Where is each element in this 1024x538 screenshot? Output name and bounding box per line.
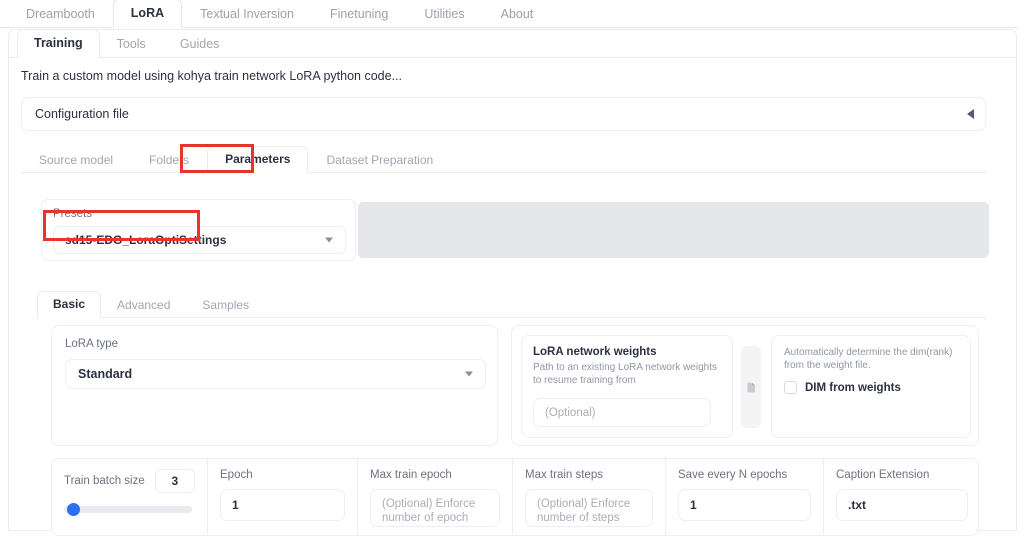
network-weights-title: LoRA network weights — [533, 346, 657, 358]
highlight-box-presets-dropdown — [43, 210, 200, 241]
train-batch-size-value[interactable]: 3 — [154, 469, 195, 493]
tab-tools[interactable]: Tools — [100, 30, 163, 58]
lora-panel: Training Tools Guides Train a custom mod… — [8, 29, 1017, 536]
basic-parameters-row: Train batch size 3 Epoch 1 Max train epo… — [51, 458, 979, 536]
lora-sub-tab-bar: Training Tools Guides — [9, 29, 1016, 58]
tab-source-model[interactable]: Source model — [21, 147, 131, 173]
lora-type-label: LoRA type — [65, 338, 119, 350]
tab-dreambooth[interactable]: Dreambooth — [8, 0, 113, 28]
lora-type-panel: LoRA type Standard — [51, 325, 498, 446]
lora-network-weights-group: LoRA network weights Path to an existing… — [521, 335, 733, 438]
max-train-steps-input[interactable]: (Optional) Enforce number of steps — [525, 489, 653, 527]
tab-about[interactable]: About — [483, 0, 552, 28]
tab-advanced[interactable]: Advanced — [101, 292, 186, 318]
max-train-epoch-label: Max train epoch — [370, 469, 452, 481]
epoch-input[interactable]: 1 — [220, 489, 345, 521]
caption-extension-input[interactable]: .txt — [836, 489, 968, 521]
parameter-tab-bar: Source model Folders Parameters Dataset … — [21, 146, 986, 173]
save-every-n-epochs-cell: Save every N epochs 1 — [665, 459, 823, 535]
dim-from-weights-group: Automatically determine the dim(rank) fr… — [771, 335, 971, 438]
train-batch-size-cell: Train batch size 3 — [52, 459, 207, 535]
tab-basic[interactable]: Basic — [37, 291, 102, 318]
lora-type-value: Standard — [78, 367, 133, 381]
file-open-button[interactable] — [741, 346, 761, 428]
caption-extension-label: Caption Extension — [836, 469, 930, 481]
tab-dataset-preparation[interactable]: Dataset Preparation — [308, 147, 451, 173]
file-open-icon — [746, 382, 755, 392]
tab-training[interactable]: Training — [17, 29, 100, 58]
dim-checkbox-row[interactable]: DIM from weights — [784, 381, 958, 394]
page-description: Train a custom model using kohya train n… — [21, 69, 402, 83]
top-level-tab-bar: Dreambooth LoRA Textual Inversion Finetu… — [0, 0, 1018, 28]
presets-empty-panel — [358, 202, 989, 258]
save-every-n-epochs-label: Save every N epochs — [678, 469, 788, 481]
triangle-left-icon[interactable] — [967, 109, 974, 119]
configuration-file-label: Configuration file — [35, 107, 129, 121]
chevron-down-icon[interactable] — [325, 237, 333, 243]
epoch-label: Epoch — [220, 469, 253, 481]
dim-from-weights-checkbox[interactable] — [784, 381, 797, 394]
max-train-epoch-cell: Max train epoch (Optional) Enforce numbe… — [357, 459, 512, 535]
tab-utilities[interactable]: Utilities — [406, 0, 482, 28]
network-weights-subtitle: Path to an existing LoRA network weights… — [533, 362, 717, 386]
max-train-steps-label: Max train steps — [525, 469, 603, 481]
tab-textual-inversion[interactable]: Textual Inversion — [182, 0, 312, 28]
configuration-file-accordion[interactable]: Configuration file — [21, 97, 986, 131]
train-batch-size-slider[interactable] — [64, 503, 192, 516]
slider-thumb[interactable] — [67, 503, 81, 516]
tab-finetuning[interactable]: Finetuning — [312, 0, 406, 28]
save-every-n-epochs-input[interactable]: 1 — [678, 489, 811, 521]
kohya-ss-gui-window: Dreambooth LoRA Textual Inversion Finetu… — [0, 0, 1024, 538]
chevron-down-icon[interactable] — [465, 371, 473, 377]
tab-lora[interactable]: LoRA — [112, 0, 183, 28]
epoch-cell: Epoch 1 — [207, 459, 357, 535]
train-batch-size-label: Train batch size — [64, 475, 145, 487]
dim-from-weights-label: DIM from weights — [805, 381, 901, 394]
basic-tab-bar: Basic Advanced Samples — [37, 291, 986, 318]
max-train-epoch-input[interactable]: (Optional) Enforce number of epoch — [370, 489, 500, 527]
network-weights-panel: LoRA network weights Path to an existing… — [511, 325, 979, 446]
tab-samples[interactable]: Samples — [186, 292, 265, 318]
dim-description: Automatically determine the dim(rank) fr… — [784, 347, 953, 371]
caption-extension-cell: Caption Extension .txt — [823, 459, 978, 535]
lora-type-dropdown[interactable]: Standard — [65, 359, 486, 389]
network-weights-input[interactable]: (Optional) — [533, 398, 711, 427]
highlight-box-parameters-tab — [180, 144, 254, 173]
tab-guides[interactable]: Guides — [163, 30, 237, 58]
max-train-steps-cell: Max train steps (Optional) Enforce numbe… — [512, 459, 665, 535]
